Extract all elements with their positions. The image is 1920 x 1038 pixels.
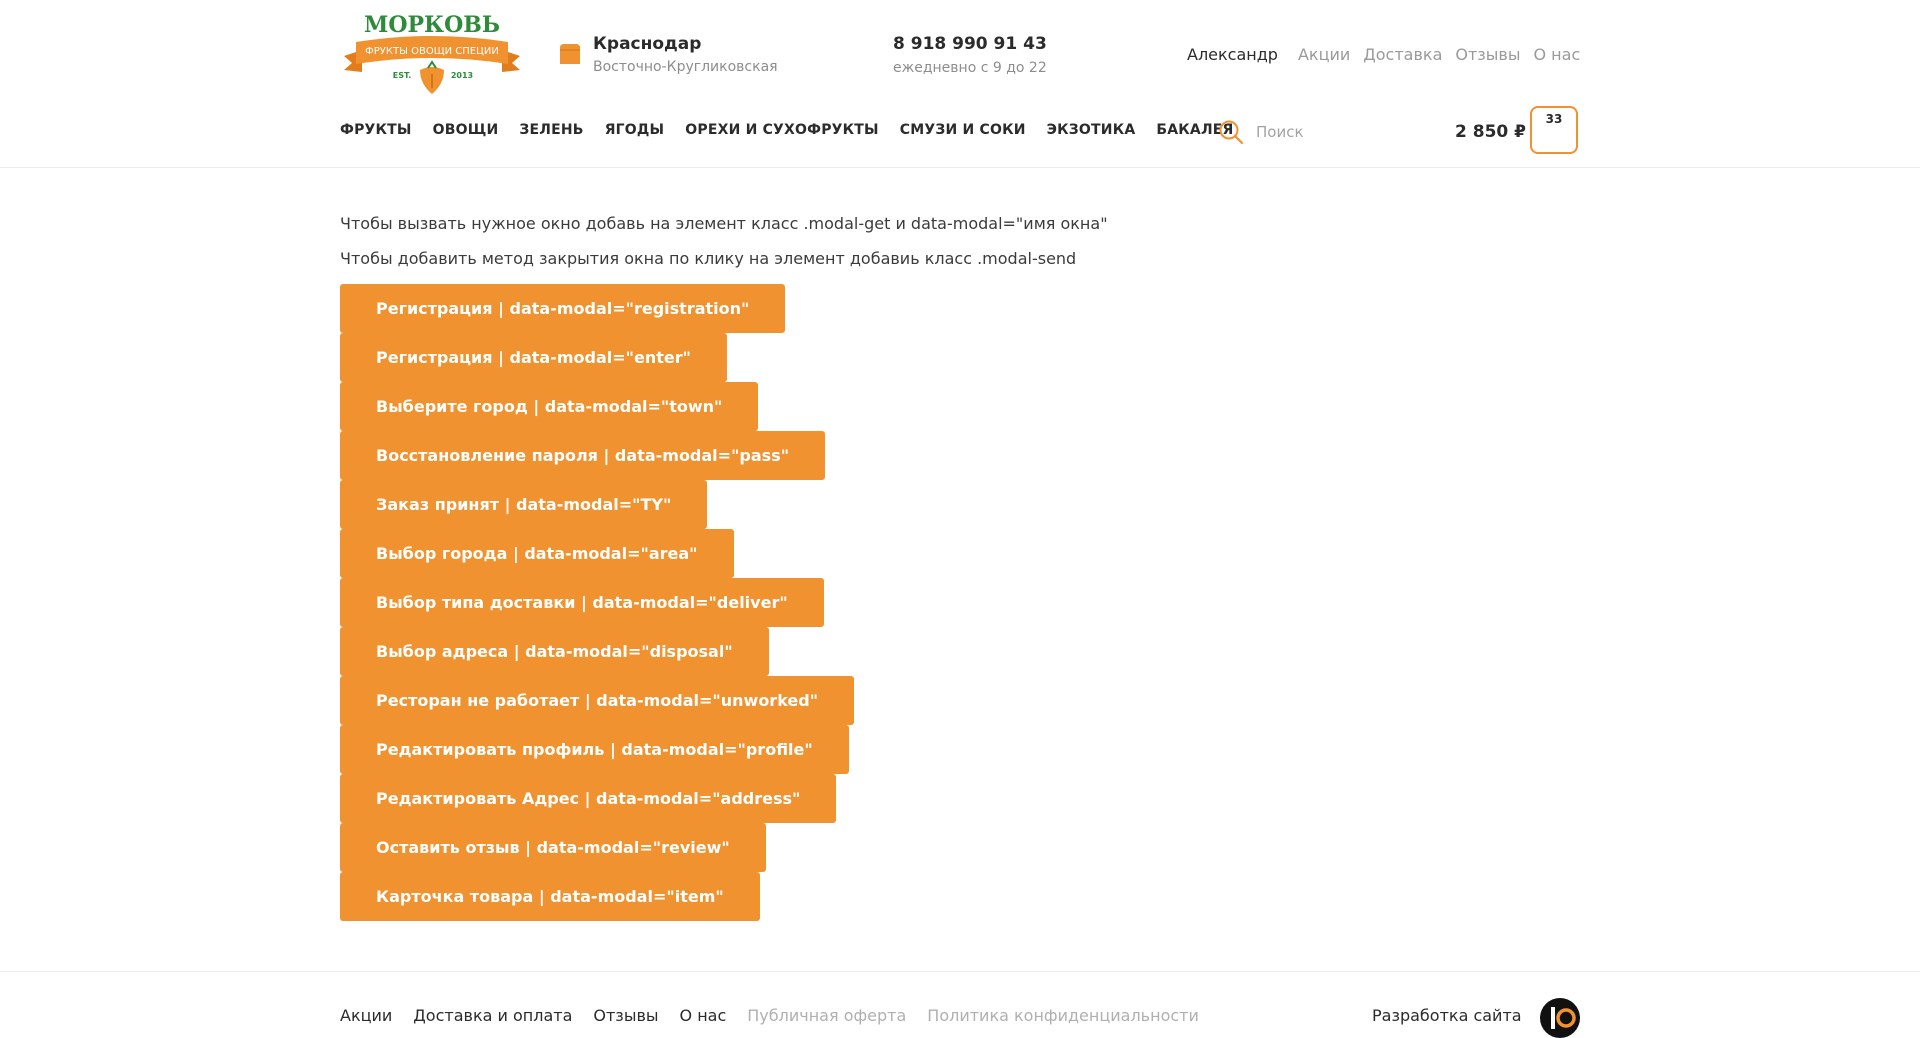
logo-tagline: ФРУКТЫ ОВОЩИ СПЕЦИИ (365, 46, 499, 57)
modal-button-list: Регистрация | data-modal="registration" … (340, 284, 855, 921)
footer-links: Акции Доставка и оплата Отзывы О нас Пуб… (340, 1006, 1199, 1025)
modal-button-unworked[interactable]: Ресторан не работает | data-modal="unwor… (340, 676, 855, 725)
nav-exotic[interactable]: ЭКЗОТИКА (1047, 122, 1136, 138)
nav-nuts[interactable]: ОРЕХИ И СУХОФРУКТЫ (685, 122, 879, 138)
category-nav: ФРУКТЫ ОВОЩИ ЗЕЛЕНЬ ЯГОДЫ ОРЕХИ И СУХОФР… (340, 122, 1234, 138)
footer-link-offer[interactable]: Публичная оферта (747, 1006, 906, 1025)
top-links: Александр Акции Доставка Отзывы О нас (1187, 45, 1580, 64)
nav-berries[interactable]: ЯГОДЫ (605, 122, 665, 138)
modal-button-pass[interactable]: Восстановление пароля | data-modal="pass… (340, 431, 826, 480)
modal-button-profile[interactable]: Редактировать профиль | data-modal="prof… (340, 725, 849, 774)
modal-button-item[interactable]: Карточка товара | data-modal="item" (340, 872, 760, 921)
logo-est: EST. (393, 71, 412, 80)
modal-button-town[interactable]: Выберите город | data-modal="town" (340, 382, 759, 431)
cart-button[interactable]: 33 (1530, 106, 1578, 154)
modal-button-address[interactable]: Редактировать Адрес | data-modal="addres… (340, 774, 837, 823)
logo-text: МОРКОВЬ (364, 12, 500, 38)
developer-logo-icon (1551, 1007, 1576, 1029)
developer-credit: Разработка сайта (1372, 1006, 1522, 1025)
footer-link-delivery[interactable]: Доставка и оплата (413, 1006, 572, 1025)
nav-fruits[interactable]: ФРУКТЫ (340, 122, 412, 138)
top-link-about[interactable]: О нас (1534, 45, 1581, 64)
top-link-promo[interactable]: Акции (1298, 45, 1350, 64)
info-text-open: Чтобы вызвать нужное окно добавь на элем… (340, 214, 1108, 233)
search-box (1218, 117, 1418, 147)
footer-link-privacy[interactable]: Политика конфиденциальности (927, 1006, 1199, 1025)
site-logo[interactable]: МОРКОВЬ ФРУКТЫ ОВОЩИ СПЕЦИИ EST. 2013 (340, 12, 524, 96)
city-name: Краснодар (593, 34, 702, 54)
footer-link-promo[interactable]: Акции (340, 1006, 392, 1025)
carrot-logo-icon: МОРКОВЬ ФРУКТЫ ОВОЩИ СПЕЦИИ EST. 2013 (344, 12, 520, 94)
info-text-close: Чтобы добавить метод закрытия окна по кл… (340, 249, 1077, 268)
modal-button-disposal[interactable]: Выбор адреса | data-modal="disposal" (340, 627, 769, 676)
working-hours: ежедневно с 9 до 22 (893, 60, 1047, 76)
modal-button-area[interactable]: Выбор города | data-modal="area" (340, 529, 734, 578)
nav-greens[interactable]: ЗЕЛЕНЬ (519, 122, 583, 138)
footer-link-about[interactable]: О нас (680, 1006, 727, 1025)
developer-logo[interactable] (1540, 998, 1580, 1038)
user-profile-link[interactable]: Александр (1187, 45, 1278, 64)
footer-link-reviews[interactable]: Отзывы (593, 1006, 658, 1025)
cart-total[interactable]: 2 850 ₽ (1455, 122, 1526, 142)
location-pin-icon (560, 44, 580, 64)
contact-block: 8 918 990 91 43 ежедневно с 9 до 22 (893, 34, 1047, 76)
modal-button-ty[interactable]: Заказ принят | data-modal="TY" (340, 480, 708, 529)
nav-vegetables[interactable]: ОВОЩИ (433, 122, 499, 138)
search-icon[interactable] (1218, 119, 1244, 145)
modal-button-deliver[interactable]: Выбор типа доставки | data-modal="delive… (340, 578, 824, 627)
cart-count-badge: 33 (1545, 112, 1563, 126)
modal-button-enter[interactable]: Регистрация | data-modal="enter" (340, 333, 727, 382)
city-district: Восточно-Кругликовская (593, 59, 778, 75)
site-footer: Акции Доставка и оплата Отзывы О нас Пуб… (0, 971, 1920, 1038)
modal-button-review[interactable]: Оставить отзыв | data-modal="review" (340, 823, 766, 872)
logo-year: 2013 (451, 71, 473, 80)
search-input[interactable] (1254, 122, 1408, 142)
phone-number[interactable]: 8 918 990 91 43 (893, 34, 1047, 54)
modal-button-registration[interactable]: Регистрация | data-modal="registration" (340, 284, 786, 333)
nav-smoothies[interactable]: СМУЗИ И СОКИ (900, 122, 1026, 138)
site-header: МОРКОВЬ ФРУКТЫ ОВОЩИ СПЕЦИИ EST. 2013 Кр… (0, 0, 1920, 168)
top-link-reviews[interactable]: Отзывы (1455, 45, 1520, 64)
top-link-delivery[interactable]: Доставка (1363, 45, 1442, 64)
